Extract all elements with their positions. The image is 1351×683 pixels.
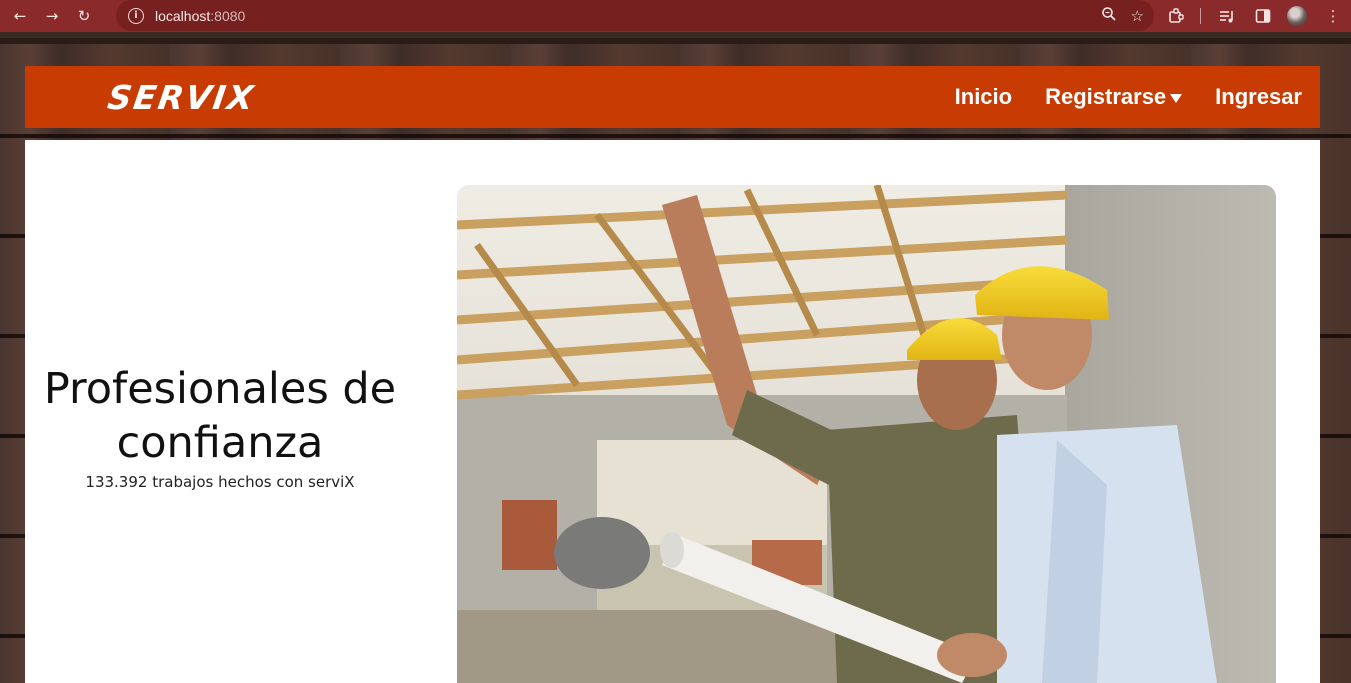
- back-arrow-icon[interactable]: ←: [8, 4, 32, 28]
- menu-inicio-label: Inicio: [954, 84, 1013, 109]
- dropdown-caret-icon: [1170, 93, 1183, 103]
- menu-ingresar-label: Ingresar: [1215, 84, 1302, 109]
- bookmark-star-icon[interactable]: ☆: [1131, 7, 1144, 25]
- more-menu-icon[interactable]: ⋮: [1321, 4, 1345, 28]
- forward-arrow-icon[interactable]: →: [40, 4, 64, 28]
- hero-card: Profesionales de confianza 133.392 traba…: [25, 140, 1320, 683]
- zoom-icon[interactable]: [1101, 6, 1117, 26]
- site-info-icon[interactable]: i: [128, 7, 144, 24]
- hero-title-line2: confianza: [116, 418, 324, 468]
- side-panel-icon[interactable]: [1251, 4, 1275, 28]
- servix-logo[interactable]: SERVIX: [105, 78, 257, 117]
- menu-registrarse[interactable]: Registrarse: [1045, 84, 1183, 110]
- menu-registrarse-label: Registrarse: [1045, 84, 1167, 109]
- menu-inicio[interactable]: Inicio: [955, 84, 1012, 110]
- hero-text: Profesionales de confianza 133.392 traba…: [25, 362, 415, 491]
- reload-icon[interactable]: ↻: [72, 4, 96, 28]
- address-bar[interactable]: i localhost:8080 ☆: [116, 0, 1154, 31]
- hero-title-line1: Profesionales de: [43, 364, 397, 414]
- construction-workers-photo: [457, 185, 1276, 683]
- profile-avatar[interactable]: [1287, 6, 1307, 26]
- menu-ingresar[interactable]: Ingresar: [1215, 84, 1302, 110]
- browser-toolbar: ← → ↻ i localhost:8080 ☆ ⋮: [0, 0, 1351, 32]
- toolbar-divider: [1200, 8, 1201, 24]
- url-host: localhost: [155, 7, 211, 24]
- url-port: :8080: [210, 7, 246, 24]
- main-menu: Inicio Registrarse Ingresar: [955, 66, 1302, 128]
- extensions-icon[interactable]: [1164, 4, 1188, 28]
- site-header: SERVIX Inicio Registrarse Ingresar: [25, 66, 1320, 128]
- url-text[interactable]: localhost:8080: [155, 8, 245, 24]
- media-control-icon[interactable]: [1215, 4, 1239, 28]
- hero-subtitle: 133.392 trabajos hechos con serviX: [85, 473, 355, 491]
- hero-title: Profesionales de confianza: [25, 362, 415, 470]
